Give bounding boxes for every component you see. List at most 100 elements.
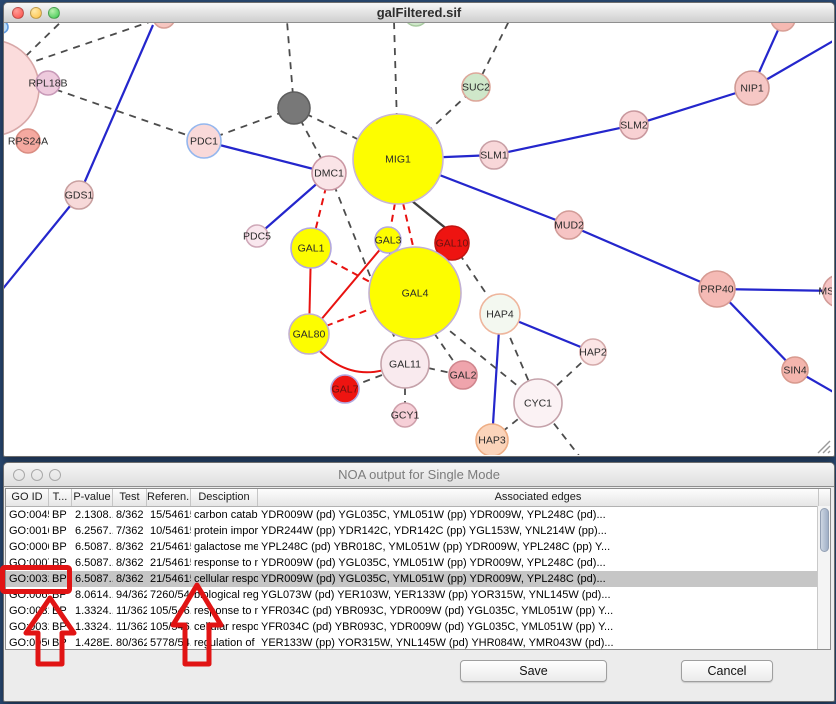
edge [326,308,373,326]
table-cell: galactose meta... [191,539,258,555]
table-cell: BP [49,571,72,587]
node-label-NIP1: NIP1 [740,83,764,95]
table-cell: 80/362 [113,635,147,651]
table-row[interactable]: GO:0031...BP1.3324...11/362105/546...cel… [6,619,830,635]
node-label-GAL3: GAL3 [375,235,402,247]
table-cell: 7/362 [113,523,147,539]
table-cell: BP [49,523,72,539]
edge [331,261,370,282]
node-label-RPL18B: RPL18B [28,78,67,90]
table-cell: 15/54615 [147,507,191,523]
edge [403,203,413,246]
table-cell: 105/546... [147,603,191,619]
node-top-left-pink[interactable] [153,23,175,28]
column-header-associated-edges[interactable]: Associated edges [258,489,819,506]
column-header-desciption[interactable]: Desciption [191,489,258,506]
table-cell: YFR034C (pd) YBR093C, YDR009W (pd) YGL03… [258,603,819,619]
network-canvas[interactable]: RPL18BRPS24AGDS1PDC1DMC1MIG1SUC2SLM1SLM2… [4,23,832,455]
table-cell: 94/362 [113,587,147,603]
edge [634,88,752,125]
edge [428,368,451,373]
node-label-GDS1: GDS1 [65,190,94,202]
table-cell: BP [49,619,72,635]
noa-window-titlebar[interactable]: NOA output for Single Mode [4,463,834,487]
network-graph: RPL18BRPS24AGDS1PDC1DMC1MIG1SUC2SLM1SLM2… [4,23,832,455]
node-label-MIG1: MIG1 [385,154,411,166]
table-cell: YFR034C (pd) YBR093C, YDR009W (pd) YGL03… [258,619,819,635]
table-cell: BP [49,507,72,523]
table-row[interactable]: GO:0016...BP6.2567...7/36210/54615protei… [6,523,830,539]
table-cell: GO:0045... [6,507,49,523]
table-cell: 10/54615 [147,523,191,539]
node-label-MUD2: MUD2 [554,220,584,232]
table-cell: response to nut... [191,555,258,571]
table-vertical-scrollbar[interactable] [817,506,830,649]
node-label-PDC5: PDC5 [243,231,271,243]
node-label-SUC2: SUC2 [462,82,490,94]
column-header-go-id[interactable]: GO ID [6,489,49,506]
table-cell: GO:0031... [6,571,49,587]
node-top-green[interactable] [404,23,428,26]
table-cell: 6.5087... [72,571,113,587]
column-header-referen-[interactable]: Referen... [147,489,191,506]
node-label-MSN: MSN [818,286,832,298]
noa-window-title: NOA output for Single Mode [4,467,834,482]
table-cell: BP [49,555,72,571]
node-label-GAL1: GAL1 [298,243,325,255]
table-cell: 21/54615 [147,571,191,587]
table-cell: YER133W (pp) YOR315W, YNL145W (pd) YHR08… [258,635,819,651]
table-cell: 11/362 [113,619,147,635]
table-cell: carbon cataboli... [191,507,258,523]
column-header-t-[interactable]: T... [49,489,72,506]
table-cell: 8/362 [113,555,147,571]
table-cell: BP [49,587,72,603]
node-tiny-blue[interactable] [4,23,8,33]
node-label-HAP2: HAP2 [579,347,607,359]
table-cell: 8/362 [113,507,147,523]
table-cell: 2.1308... [72,507,113,523]
edge [79,25,153,195]
table-cell: YDR009W (pd) YGL035C, YML051W (pp) YDR00… [258,571,819,587]
table-cell: YPL248C (pd) YBR018C, YML051W (pp) YDR00… [258,539,819,555]
network-window: galFiltered.sif RPL18BRPS24AGDS1PDC1DMC1… [3,2,835,457]
node-label-GAL4: GAL4 [402,288,429,300]
table-cell: 21/54615 [147,539,191,555]
table-row[interactable]: GO:0050...BP1.428E...80/3625778/54...reg… [6,635,830,651]
table-cell: YDR244W (pp) YDR142C, YDR142C (pp) YGL15… [258,523,819,539]
table-cell: 11/362 [113,603,147,619]
table-header-row: GO IDT...P-valueTestReferen...Desciption… [6,489,830,507]
node-label-DMC1: DMC1 [314,168,344,180]
table-row[interactable]: GO:0006...BP6.5087...8/36221/54615galact… [6,539,830,555]
table-row[interactable]: GO:0031...BP1.3324...11/362105/546...res… [6,603,830,619]
table-cell: 5778/54... [147,635,191,651]
table-cell: cellular respons... [191,571,258,587]
network-window-titlebar[interactable]: galFiltered.sif [4,3,834,23]
scrollbar-thumb[interactable] [820,508,829,552]
node-label-CYC1: CYC1 [524,398,552,410]
table-cell: protein import i... [191,523,258,539]
table-row[interactable]: GO:0045...BP2.1308...8/36215/54615carbon… [6,507,830,523]
table-cell: 105/546... [147,619,191,635]
noa-results-table: GO IDT...P-valueTestReferen...Desciption… [5,488,831,650]
table-cell: response to nut... [191,603,258,619]
node-label-SLM2: SLM2 [620,120,648,132]
table-row[interactable]: GO:0031...BP6.5087...8/36221/54615cellul… [6,571,830,587]
table-row[interactable]: GO:0007...BP6.5087...8/36221/54615respon… [6,555,830,571]
node-top-right-pink[interactable] [771,23,795,31]
cancel-button[interactable]: Cancel [681,660,773,682]
table-row[interactable]: GO:0065...BP8.0614...94/3627260/54...bio… [6,587,830,603]
table-cell: 6.5087... [72,539,113,555]
edge [4,195,79,291]
column-header-test[interactable]: Test [113,489,147,506]
table-cell: YDR009W (pd) YGL035C, YML051W (pp) YDR00… [258,507,819,523]
table-cell: BP [49,635,72,651]
node-dark-node[interactable] [278,92,310,124]
table-cell: GO:0007... [6,555,49,571]
table-cell: 1.3324... [72,603,113,619]
table-cell: 8/362 [113,571,147,587]
column-header-p-value[interactable]: P-value [72,489,113,506]
save-button[interactable]: Save [460,660,607,682]
table-cell: biological regul... [191,587,258,603]
node-label-PRP40: PRP40 [700,284,733,296]
node-label-HAP4: HAP4 [486,309,514,321]
